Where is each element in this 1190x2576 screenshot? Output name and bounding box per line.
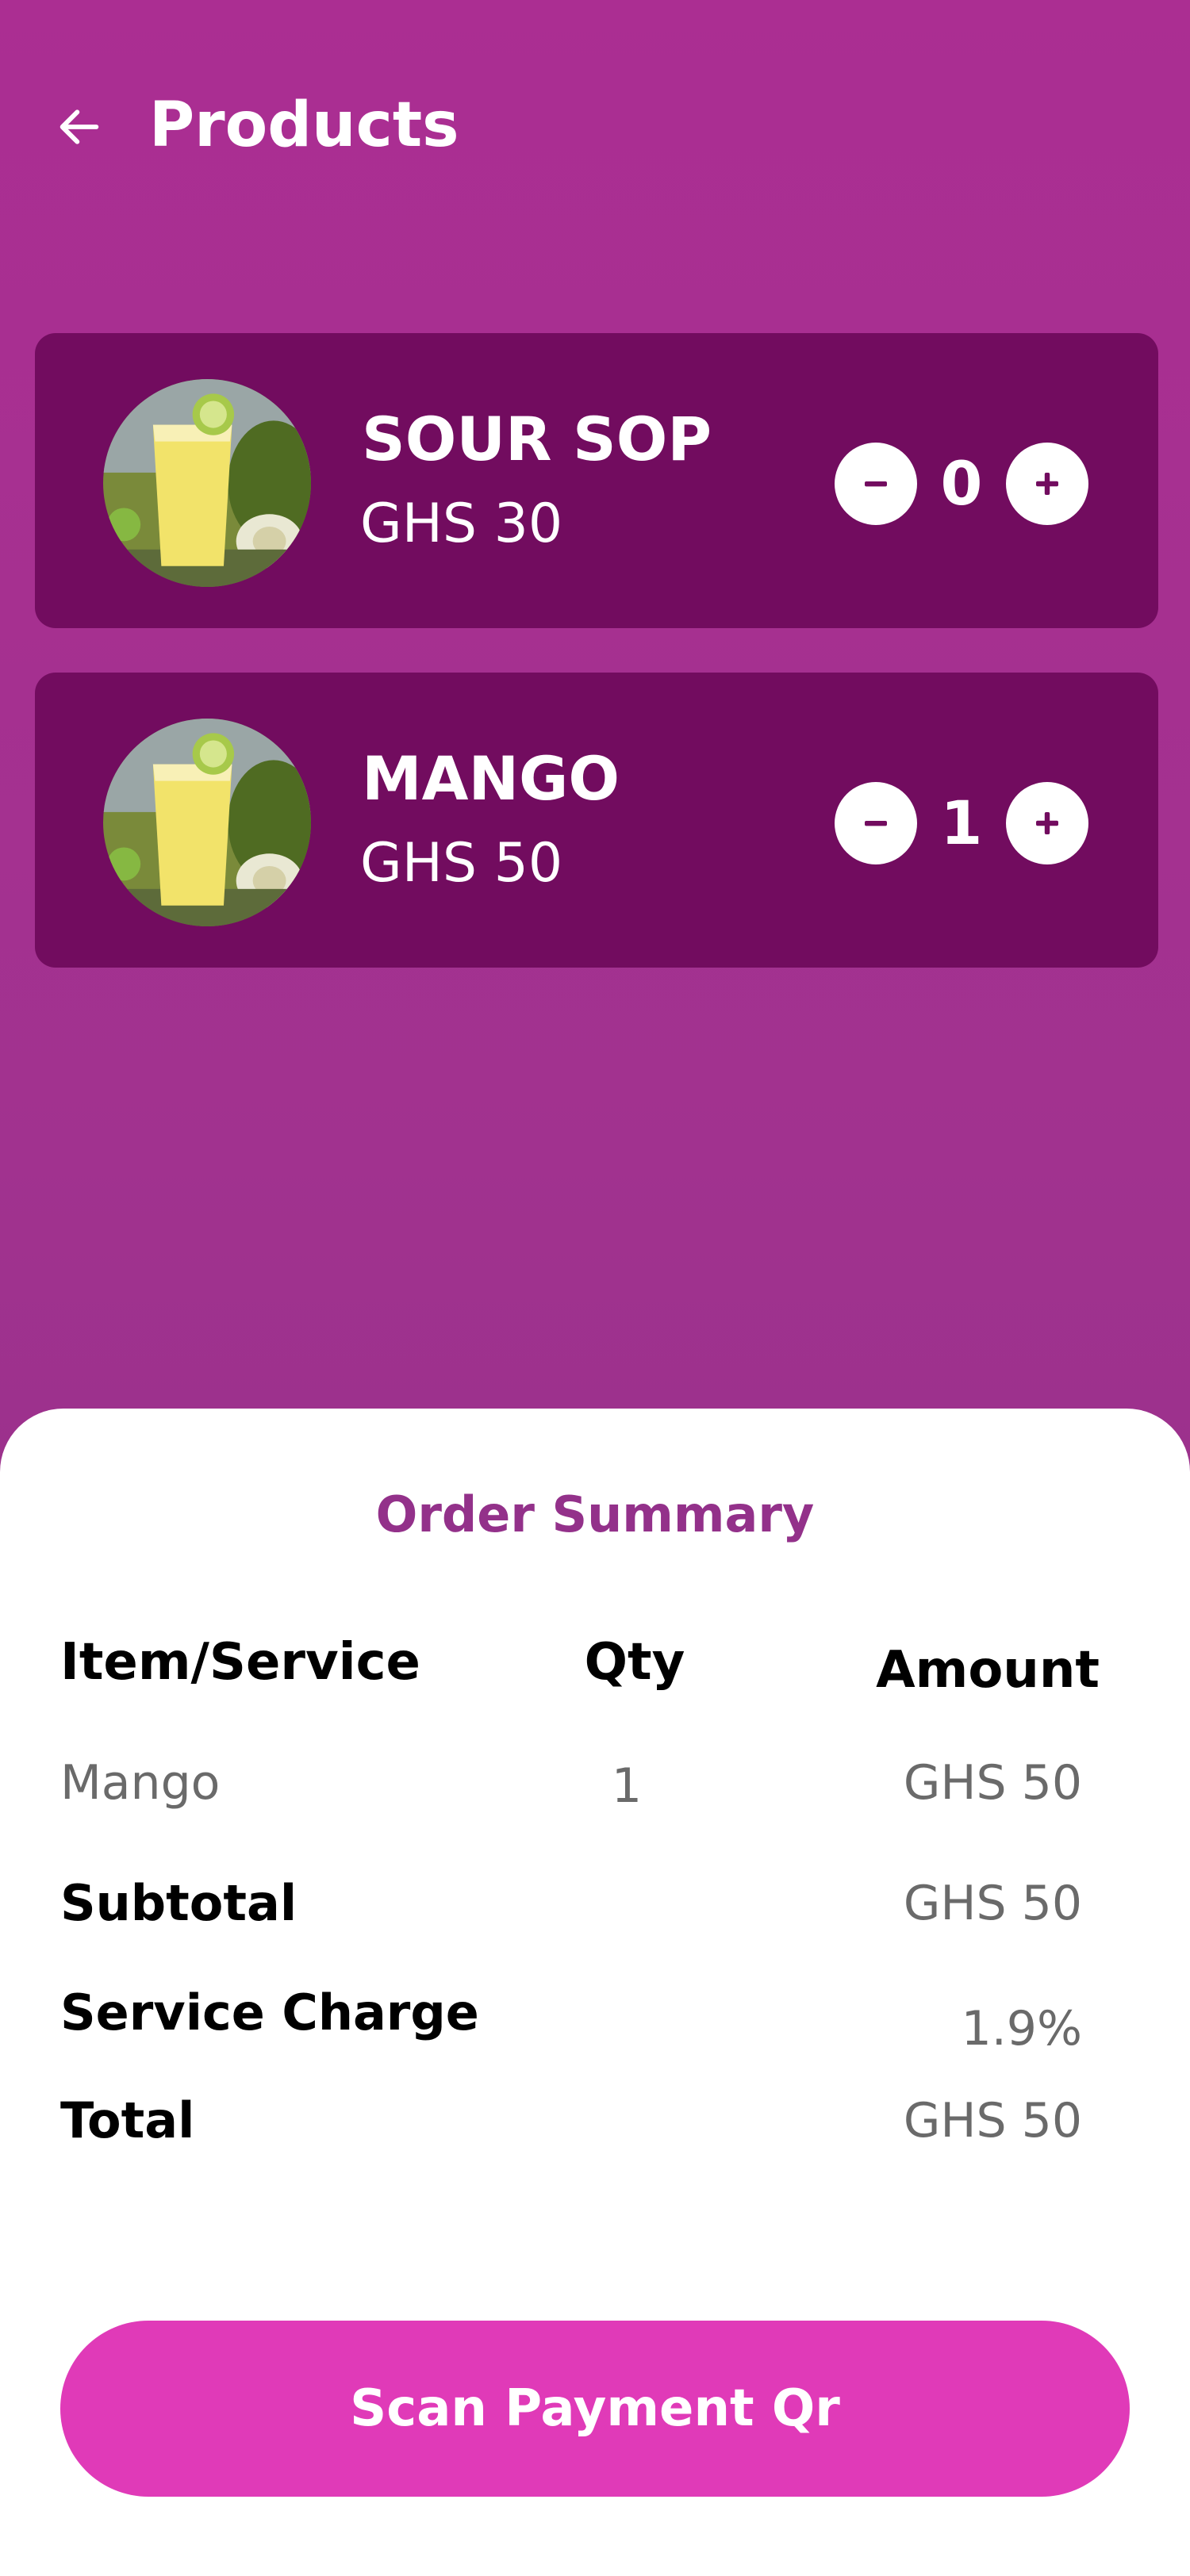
product-name: MANGO: [362, 743, 620, 814]
service-charge-value: 1.9%: [961, 2001, 1082, 2057]
mango-juice-image: [103, 719, 311, 926]
subtotal-label: Subtotal: [60, 1874, 298, 1932]
quantity-value: 1: [940, 788, 983, 858]
column-header-item: Item/Service: [60, 1633, 420, 1692]
order-summary-title: Order Summary: [375, 1485, 815, 1543]
product-list: SOUR SOP GHS 30 0 MANGO GHS 50 1: [35, 333, 1158, 1012]
page-title: Products: [149, 90, 459, 161]
app-header: Products: [0, 0, 1190, 254]
arrow-left-icon: [60, 109, 99, 144]
product-price: GHS 50: [360, 832, 563, 895]
column-header-qty: Qty: [584, 1633, 685, 1692]
product-name: SOUR SOP: [362, 404, 712, 474]
subtotal-value: GHS 50: [903, 1876, 1082, 1931]
product-price: GHS 30: [360, 493, 563, 555]
total-label: Total: [60, 2091, 195, 2149]
scan-payment-qr-button[interactable]: Scan Payment Qr: [60, 2321, 1130, 2497]
total-value: GHS 50: [903, 2093, 1082, 2149]
decrease-quantity-button[interactable]: [835, 443, 917, 525]
plus-icon: [1036, 812, 1058, 834]
product-card-sour-sop: SOUR SOP GHS 30 0: [35, 333, 1158, 628]
decrease-quantity-button[interactable]: [835, 782, 917, 864]
product-card-mango: MANGO GHS 50 1: [35, 673, 1158, 968]
service-charge-label: Service Charge: [60, 1984, 479, 2041]
line-item-amount: GHS 50: [903, 1755, 1082, 1811]
minus-icon: [865, 821, 887, 826]
back-button[interactable]: [48, 95, 111, 159]
minus-icon: [865, 481, 887, 487]
order-summary-sheet: Order Summary Item/Service Qty Amount Ma…: [0, 1409, 1190, 2576]
increase-quantity-button[interactable]: [1006, 443, 1088, 525]
soursop-juice-image: [103, 379, 311, 587]
plus-icon: [1036, 473, 1058, 495]
increase-quantity-button[interactable]: [1006, 782, 1088, 864]
line-item-qty: 1: [611, 1758, 643, 1814]
column-header-amount: Amount: [876, 1641, 1100, 1700]
line-item-name: Mango: [60, 1755, 221, 1811]
quantity-value: 0: [940, 448, 983, 519]
